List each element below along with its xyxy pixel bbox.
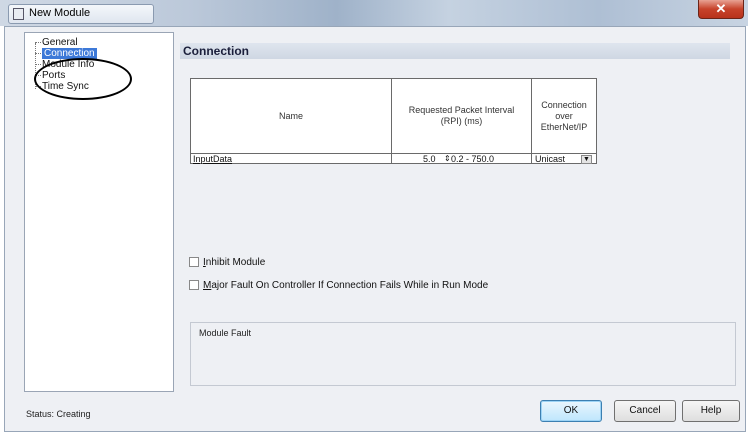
module-fault-label: Module Fault [199, 328, 252, 338]
highlight-circle-annotation [34, 58, 132, 100]
table-row: InputData 5.0 ⇕ 0.2 - 750.0 Unicast ▼ [191, 153, 596, 164]
major-fault-label[interactable]: Major Fault On Controller If Connection … [203, 280, 488, 291]
window-title: New Module [29, 7, 91, 19]
window-icon [13, 8, 24, 20]
column-header-rpi: Requested Packet Interval (RPI) (ms) [392, 79, 532, 153]
connection-table: Name Requested Packet Interval (RPI) (ms… [190, 78, 597, 164]
ok-button[interactable]: OK [540, 400, 602, 422]
inhibit-module-label[interactable]: Inhibit Module [203, 257, 265, 268]
rpi-value-field[interactable]: 5.0 [423, 154, 436, 164]
column-header-name: Name [191, 79, 392, 153]
column-header-connection: Connection over EtherNet/IP [540, 99, 588, 132]
module-fault-group: Module Fault [190, 322, 736, 386]
cancel-button[interactable]: Cancel [614, 400, 676, 422]
spinner-icon[interactable]: ⇕ [444, 154, 451, 163]
title-bar: New Module ✕ [0, 0, 748, 26]
close-button[interactable]: ✕ [698, 0, 744, 19]
major-fault-checkbox[interactable] [189, 280, 199, 290]
connection-name-cell[interactable]: InputData [193, 154, 232, 164]
status-text: Status: Creating [26, 409, 91, 419]
help-button[interactable]: Help [682, 400, 740, 422]
section-heading: Connection [180, 43, 730, 59]
chevron-down-icon[interactable]: ▼ [581, 155, 592, 164]
inhibit-module-checkbox[interactable] [189, 257, 199, 267]
close-icon: ✕ [715, 1, 727, 16]
tree-item-general[interactable]: General [35, 37, 78, 48]
connection-type-select[interactable]: Unicast [535, 154, 565, 164]
rpi-range-label: 0.2 - 750.0 [451, 154, 495, 164]
window-title-tab: New Module [8, 4, 154, 24]
